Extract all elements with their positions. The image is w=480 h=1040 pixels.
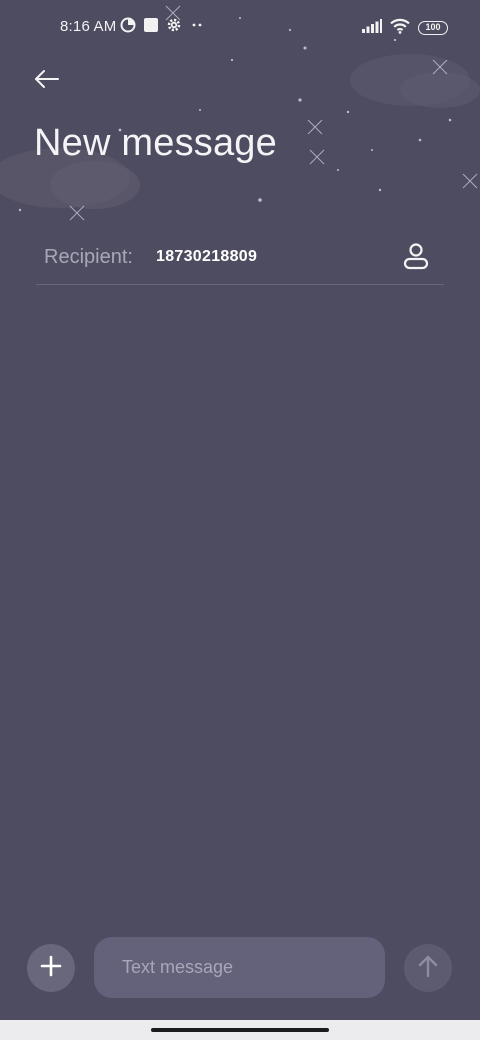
square-notification-icon — [143, 17, 159, 38]
arrow-left-icon — [34, 69, 60, 94]
recipient-label: Recipient: — [44, 246, 133, 268]
status-time: 8:16 AM — [60, 18, 117, 35]
status-bar: 8:16 AM 100 — [0, 0, 480, 56]
message-input[interactable] — [94, 937, 385, 998]
contact-person-icon — [403, 242, 429, 275]
more-dots-icon — [189, 17, 205, 38]
data-saver-icon — [120, 17, 136, 38]
recipient-number[interactable]: 18730218809 — [156, 248, 257, 266]
wifi-icon — [390, 18, 410, 39]
signal-icon — [362, 18, 382, 38]
arrow-up-icon — [417, 954, 439, 983]
page-title: New message — [34, 122, 277, 164]
attach-button[interactable] — [27, 944, 75, 992]
send-button[interactable] — [404, 944, 452, 992]
new-message-screen: 8:16 AM 100 New message Recipient: 18730… — [0, 0, 480, 1020]
select-contact-button[interactable] — [398, 242, 434, 274]
status-notification-icons — [120, 17, 205, 38]
gesture-navigation-bar — [0, 1020, 480, 1040]
home-indicator[interactable] — [151, 1028, 329, 1032]
recipient-field[interactable]: Recipient: 18730218809 — [36, 232, 444, 285]
gear-icon — [166, 17, 182, 38]
battery-icon: 100 — [418, 21, 448, 35]
back-button[interactable] — [28, 64, 66, 98]
status-system-icons: 100 — [362, 18, 448, 39]
plus-icon — [40, 955, 62, 982]
